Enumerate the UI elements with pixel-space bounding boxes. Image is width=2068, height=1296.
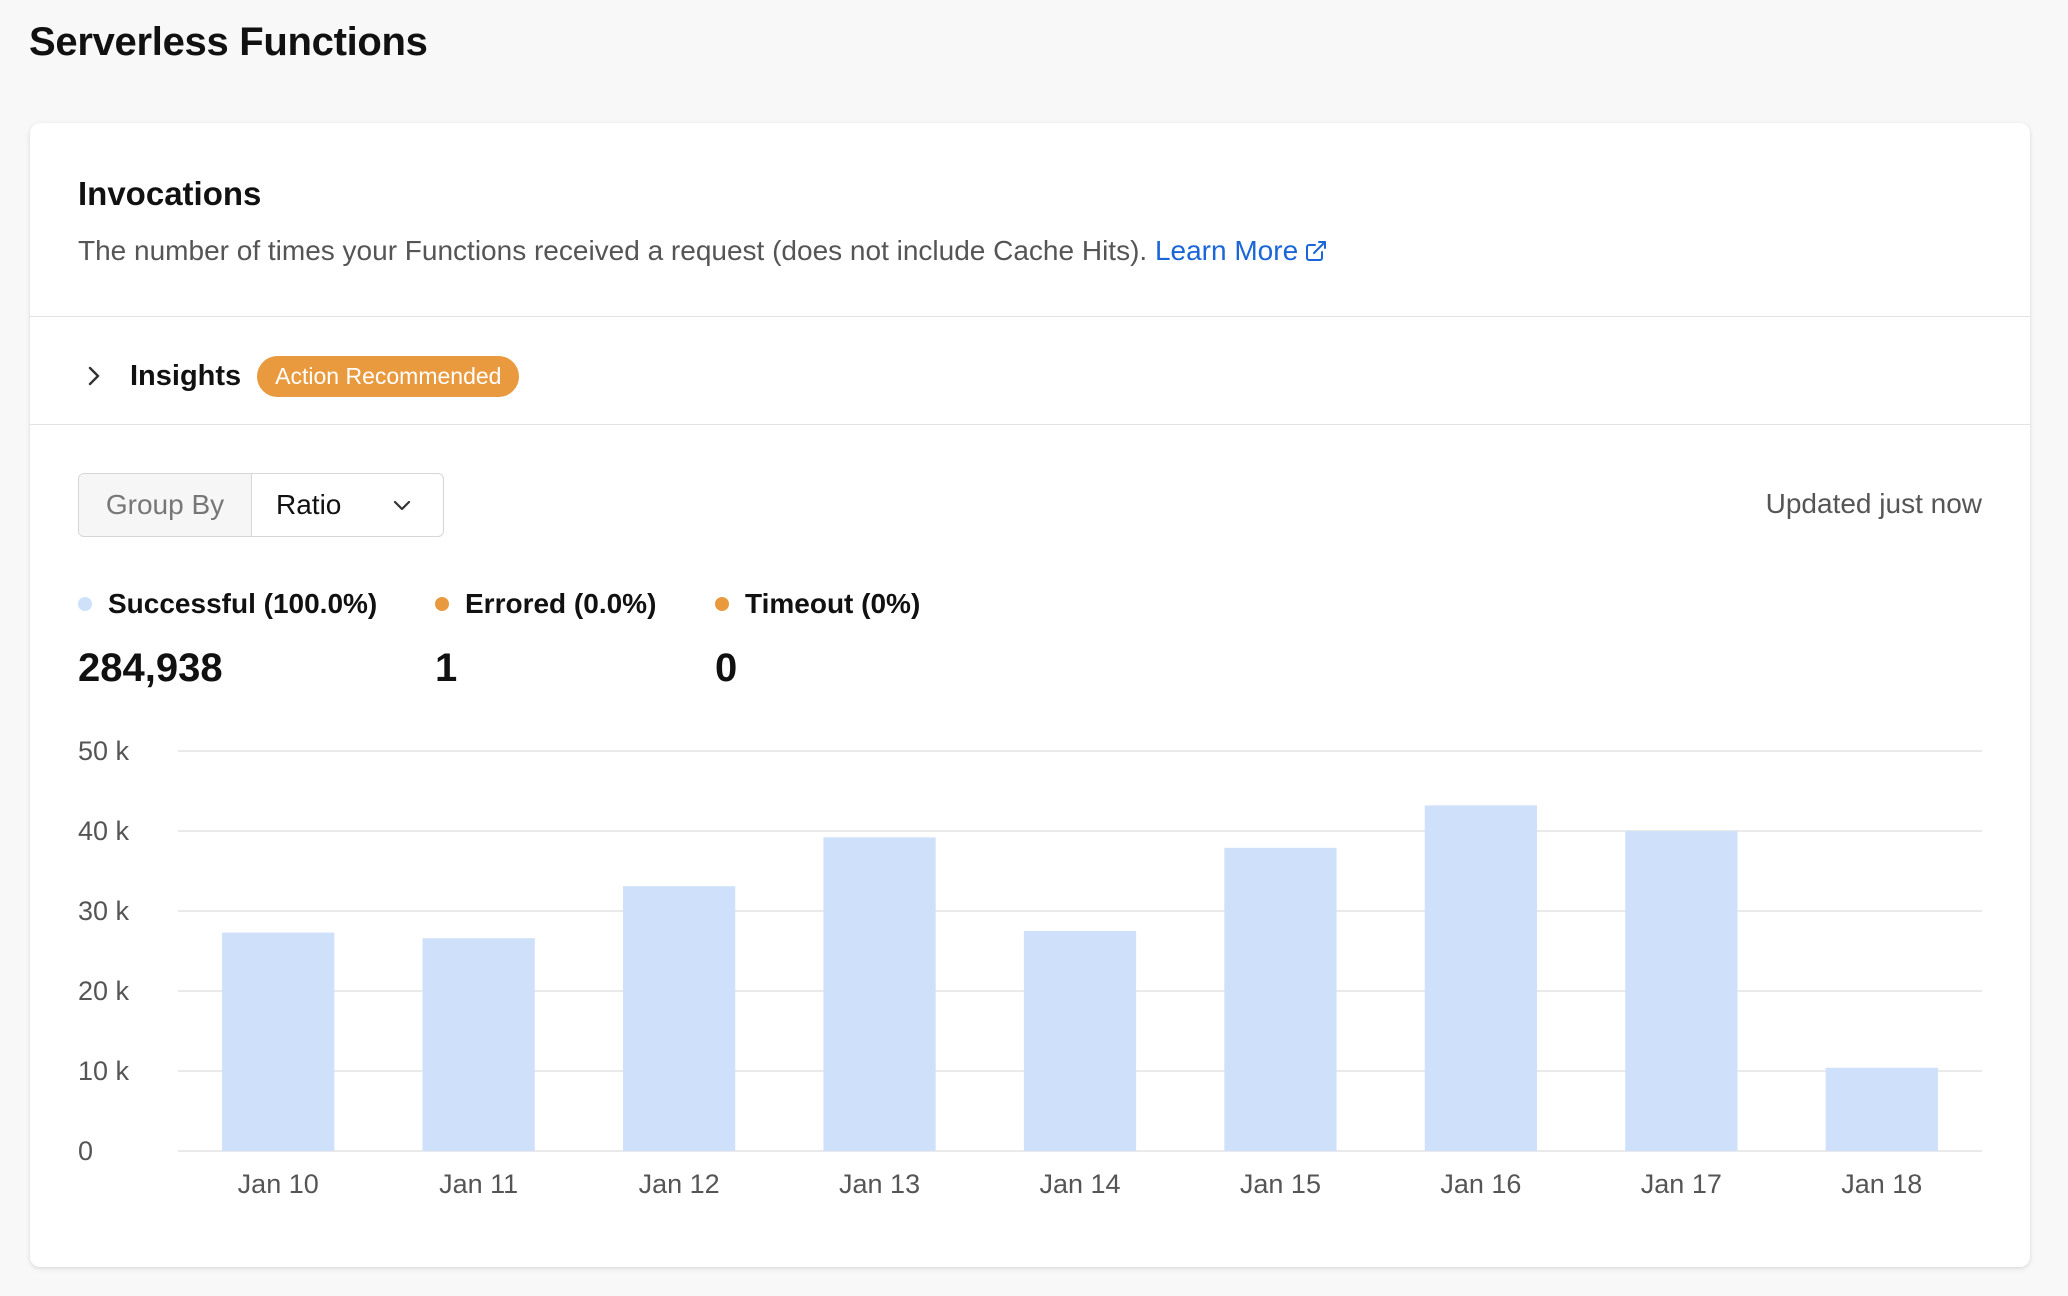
- bar[interactable]: [1424, 805, 1538, 1151]
- page-title: Serverless Functions: [29, 20, 428, 64]
- bar[interactable]: [1023, 931, 1137, 1151]
- x-tick-label: Jan 13: [839, 1169, 920, 1199]
- bar[interactable]: [1625, 831, 1738, 1151]
- y-tick-label: 10 k: [78, 1056, 130, 1086]
- x-tick-label: Jan 10: [238, 1169, 319, 1199]
- invocations-card: Invocations The number of times your Fun…: [30, 123, 2030, 1267]
- y-tick-label: 50 k: [78, 736, 130, 766]
- bar[interactable]: [1224, 847, 1337, 1151]
- x-tick-label: Jan 17: [1641, 1169, 1722, 1199]
- x-tick-label: Jan 16: [1440, 1169, 1521, 1199]
- invocations-bar-chart: 0 10 k 20 k 30 k 40 k 50 k Jan 10 Jan 11 Jan 12 J…: [78, 736, 1982, 1199]
- bar[interactable]: [823, 837, 936, 1151]
- y-tick-label: 0: [78, 1136, 93, 1166]
- bar[interactable]: [422, 938, 535, 1151]
- y-tick-label: 30 k: [78, 896, 130, 926]
- x-tick-label: Jan 15: [1240, 1169, 1321, 1199]
- bar[interactable]: [222, 932, 335, 1151]
- x-tick-label: Jan 18: [1841, 1169, 1922, 1199]
- y-tick-label: 20 k: [78, 976, 130, 1006]
- bar[interactable]: [1825, 1067, 1938, 1151]
- x-tick-label: Jan 11: [439, 1169, 518, 1199]
- x-tick-label: Jan 12: [639, 1169, 720, 1199]
- bar[interactable]: [622, 886, 736, 1151]
- x-tick-label: Jan 14: [1039, 1169, 1120, 1199]
- y-tick-label: 40 k: [78, 816, 130, 846]
